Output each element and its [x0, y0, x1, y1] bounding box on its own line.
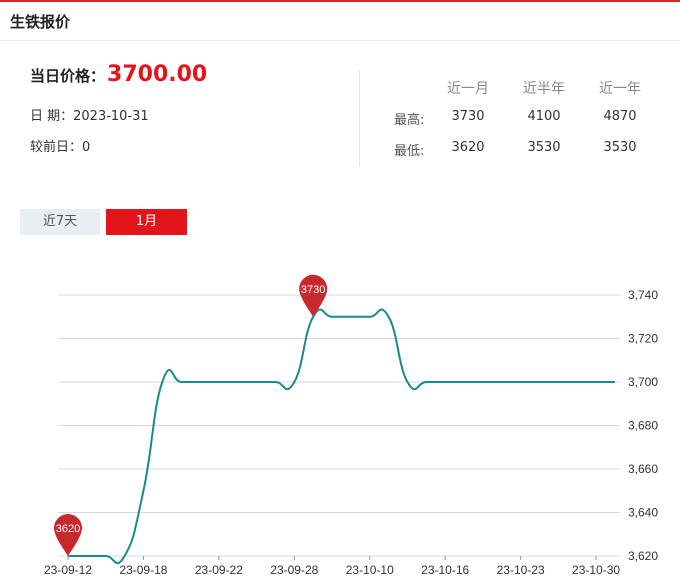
tab-1-month[interactable]: 1月 — [106, 209, 187, 235]
panel-header: 生铁报价 — [0, 2, 680, 41]
divider — [359, 70, 360, 166]
y-tick-label: 3,640 — [628, 506, 658, 520]
y-tick-label: 3,700 — [628, 375, 658, 389]
tab-7-days[interactable]: 近7天 — [20, 209, 100, 235]
change-text: 较前日：0 — [30, 140, 91, 155]
stats-table: 近一月 近半年 近一年 最高: 3730 4100 4870 最低: 3620 … — [380, 74, 680, 167]
x-tick-label: 23-09-28 — [270, 563, 318, 577]
marker-pin — [54, 514, 82, 556]
y-tick-label: 3,620 — [628, 549, 658, 563]
price-line-chart: 3,620 3,640 3,660 3,680 3,700 3,720 3,740 23-09… — [44, 274, 658, 577]
stats-value: 4870 — [603, 109, 637, 124]
stats-value: 3620 — [451, 140, 485, 155]
stats-col-month: 近一月 — [447, 81, 489, 97]
stats-value: 4100 — [527, 109, 561, 124]
stats-col-halfyear: 近半年 — [523, 81, 565, 97]
price-value: 3700.00 — [107, 62, 208, 87]
stats-value: 3730 — [451, 109, 485, 124]
panel-title: 生铁报价 — [10, 13, 71, 31]
stats-col-year: 近一年 — [599, 81, 641, 97]
x-tick-label: 23-10-23 — [497, 563, 545, 577]
price-row: 当日价格： 3700.00 — [30, 62, 350, 92]
stats-row-label: 最低: — [394, 144, 425, 159]
stats-value: 3530 — [527, 140, 561, 155]
stats-row-low: 最低: 3620 3530 3530 — [380, 136, 680, 167]
x-tick-label: 23-10-30 — [572, 563, 620, 577]
stats-row-label: 最高: — [394, 113, 425, 128]
stats-row-high: 最高: 3730 4100 4870 — [380, 105, 680, 136]
period-tabs: 近7天 1月 — [20, 209, 187, 235]
y-tick-label: 3,660 — [628, 462, 658, 476]
series-line — [68, 308, 615, 565]
price-label: 当日价格： — [30, 67, 106, 85]
x-tick-label: 23-09-12 — [44, 563, 92, 577]
price-summary: 当日价格： 3700.00 日 期：2023-10-31 较前日：0 — [30, 62, 350, 155]
x-tick-label: 23-09-18 — [119, 563, 167, 577]
y-tick-label: 3,720 — [628, 332, 658, 346]
stats-value: 3530 — [603, 140, 637, 155]
date-text: 日 期：2023-10-31 — [30, 109, 149, 124]
y-tick-label: 3,680 — [628, 419, 658, 433]
x-tick-label: 23-10-16 — [421, 563, 469, 577]
marker-label: 3730 — [301, 284, 325, 296]
y-tick-label: 3,740 — [628, 288, 658, 302]
x-tick-label: 23-10-10 — [346, 563, 394, 577]
x-tick-label: 23-09-22 — [195, 563, 243, 577]
marker-label: 3620 — [56, 523, 80, 535]
stats-header-row: 近一月 近半年 近一年 — [380, 74, 680, 105]
